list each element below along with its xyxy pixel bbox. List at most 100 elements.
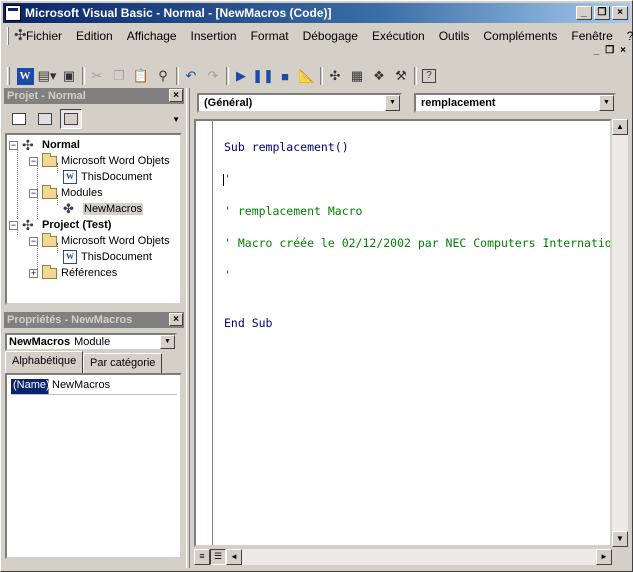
object-dropdown[interactable]: (Général) ▼ [197, 93, 402, 113]
properties-close-button[interactable]: × [169, 313, 183, 326]
collapse-toggle[interactable]: − [29, 156, 38, 166]
chevron-down-icon[interactable]: ▼ [160, 335, 175, 349]
scroll-up-button[interactable]: ▲ [612, 119, 628, 135]
scroll-right-button[interactable]: ► [596, 549, 612, 565]
undo-button[interactable]: ↶ [180, 65, 202, 87]
cut-button[interactable]: ✂ [86, 65, 108, 87]
vba-app-icon[interactable] [5, 5, 21, 21]
undo-icon: ↶ [185, 68, 197, 83]
procedure-view-button[interactable]: ≡ [194, 549, 210, 565]
toolbox-button[interactable]: ⚒ [390, 65, 412, 87]
tree-item-references[interactable]: + Références [29, 264, 118, 281]
find-button[interactable]: ⚲ [152, 65, 174, 87]
help-button[interactable]: ? [418, 65, 440, 87]
close-button[interactable]: × [612, 6, 628, 20]
tree-item-word-objects[interactable]: − Microsoft Word Objets [29, 152, 170, 169]
title-bar[interactable]: Microsoft Visual Basic - Normal - [NewMa… [3, 3, 630, 23]
save-button[interactable]: ▣ [58, 65, 80, 87]
collapse-toggle[interactable]: − [9, 220, 18, 230]
procedure-dropdown[interactable]: remplacement ▼ [414, 93, 616, 113]
collapse-toggle[interactable]: − [29, 236, 38, 246]
code-line[interactable]: ' [224, 267, 610, 283]
view-code-button[interactable] [8, 109, 30, 129]
code-line[interactable]: ' remplacement Macro [224, 203, 610, 219]
minimize-button[interactable]: _ [576, 6, 592, 20]
project-explorer-title: Projet - Normal [7, 90, 86, 102]
scroll-left-button[interactable]: ◄ [226, 549, 242, 565]
tab-par-categorie[interactable]: Par catégorie [83, 353, 163, 373]
tree-item-project-test[interactable]: − ✣ Project (Test) [9, 217, 111, 233]
break-button[interactable]: ❚❚ [252, 65, 274, 87]
design-mode-button[interactable]: 📐 [296, 65, 318, 87]
chevron-down-icon[interactable]: ▼ [599, 95, 614, 111]
object-selector[interactable]: NewMacros Module ▼ [5, 333, 177, 351]
code-margin[interactable] [196, 121, 213, 545]
menu-insertion[interactable]: Insertion [184, 29, 244, 43]
chevron-down-icon[interactable]: ▼ [385, 95, 400, 111]
restore-button[interactable]: ❐ [594, 6, 610, 20]
menu-format[interactable]: Format [244, 29, 296, 43]
horizontal-scroll-track[interactable] [242, 549, 596, 565]
menu-outils[interactable]: Outils [432, 29, 477, 43]
properties-grid: (Name) NewMacros [5, 373, 182, 559]
tree-item-thisdocument[interactable]: W ThisDocument [63, 249, 152, 265]
run-button[interactable]: ▶ [230, 65, 252, 87]
properties-window-button[interactable]: ▦ [346, 65, 368, 87]
toggle-folders-button[interactable] [60, 109, 82, 129]
window-title: Microsoft Visual Basic - Normal - [NewMa… [25, 6, 332, 20]
project-explorer-button[interactable]: ✣ [324, 65, 346, 87]
scroll-down-button[interactable]: ▼ [612, 531, 628, 547]
stop-icon: ■ [281, 68, 289, 84]
resize-grip[interactable] [612, 549, 628, 565]
reset-button[interactable]: ■ [274, 65, 296, 87]
code-line[interactable]: Sub remplacement() [224, 139, 610, 155]
object-type: Module [74, 336, 111, 348]
collapse-toggle[interactable]: − [9, 140, 18, 150]
project-close-button[interactable]: × [169, 89, 183, 102]
view-object-button[interactable] [34, 109, 56, 129]
tree-item-thisdocument[interactable]: W ThisDocument [63, 169, 152, 185]
properties-titlebar[interactable]: Propriétés - NewMacros × [4, 312, 184, 328]
menu-help[interactable]: ? [620, 29, 633, 43]
redo-button[interactable]: ↷ [202, 65, 224, 87]
insert-userform-button[interactable]: ▤▾ [36, 65, 58, 87]
property-row-name[interactable]: (Name) NewMacros [11, 379, 177, 395]
tree-label: Microsoft Word Objets [61, 155, 170, 167]
code-editor[interactable]: Sub remplacement() ' ' remplacement Macr… [194, 119, 612, 547]
collapse-toggle[interactable]: − [29, 188, 38, 198]
tree-item-newmacros[interactable]: ✤ NewMacros [63, 201, 144, 217]
panel-menu-arrow-icon[interactable]: ▼ [172, 115, 180, 124]
menu-debogage[interactable]: Débogage [296, 29, 365, 43]
menu-execution[interactable]: Exécution [365, 29, 432, 43]
menu-affichage[interactable]: Affichage [120, 29, 184, 43]
full-module-view-button[interactable]: ☰ [210, 549, 226, 565]
tree-item-word-objects[interactable]: − Microsoft Word Objets [29, 232, 170, 249]
panel-splitter[interactable] [186, 88, 190, 568]
object-browser-button[interactable]: ❖ [368, 65, 390, 87]
folder-icon [42, 232, 57, 247]
tree-item-modules[interactable]: − Modules [29, 184, 103, 201]
menu-complements[interactable]: Compléments [476, 29, 564, 43]
view-word-button[interactable]: W [14, 65, 36, 87]
menu-fenetre[interactable]: Fenêtre [564, 29, 619, 43]
paste-button[interactable]: 📋 [130, 65, 152, 87]
copy-button[interactable]: ❐ [108, 65, 130, 87]
mdi-restore-button[interactable]: ❐ [605, 45, 614, 56]
tab-alphabetique[interactable]: Alphabétique [5, 351, 84, 373]
mdi-close-button[interactable]: × [620, 45, 626, 56]
code-line[interactable]: ' [223, 171, 610, 187]
tree-item-normal[interactable]: − ✣ Normal [9, 137, 80, 153]
menu-edition[interactable]: Edition [69, 29, 120, 43]
tree-connector [17, 147, 18, 219]
project-explorer-titlebar[interactable]: Projet - Normal × [4, 88, 184, 104]
expand-toggle[interactable]: + [29, 268, 38, 278]
tree-label: Références [61, 267, 118, 279]
code-line[interactable]: End Sub [224, 315, 610, 331]
toolbar-grip[interactable] [7, 67, 10, 85]
property-value[interactable]: NewMacros [49, 379, 110, 394]
vertical-scrollbar[interactable]: ▲ ▼ [612, 119, 628, 547]
menubar-grip[interactable] [7, 27, 9, 45]
code-line[interactable]: ' Macro créée le 02/12/2002 par NEC Comp… [224, 235, 610, 251]
mdi-minimize-button[interactable]: _ [594, 45, 600, 56]
redo-icon: ↷ [207, 68, 219, 83]
